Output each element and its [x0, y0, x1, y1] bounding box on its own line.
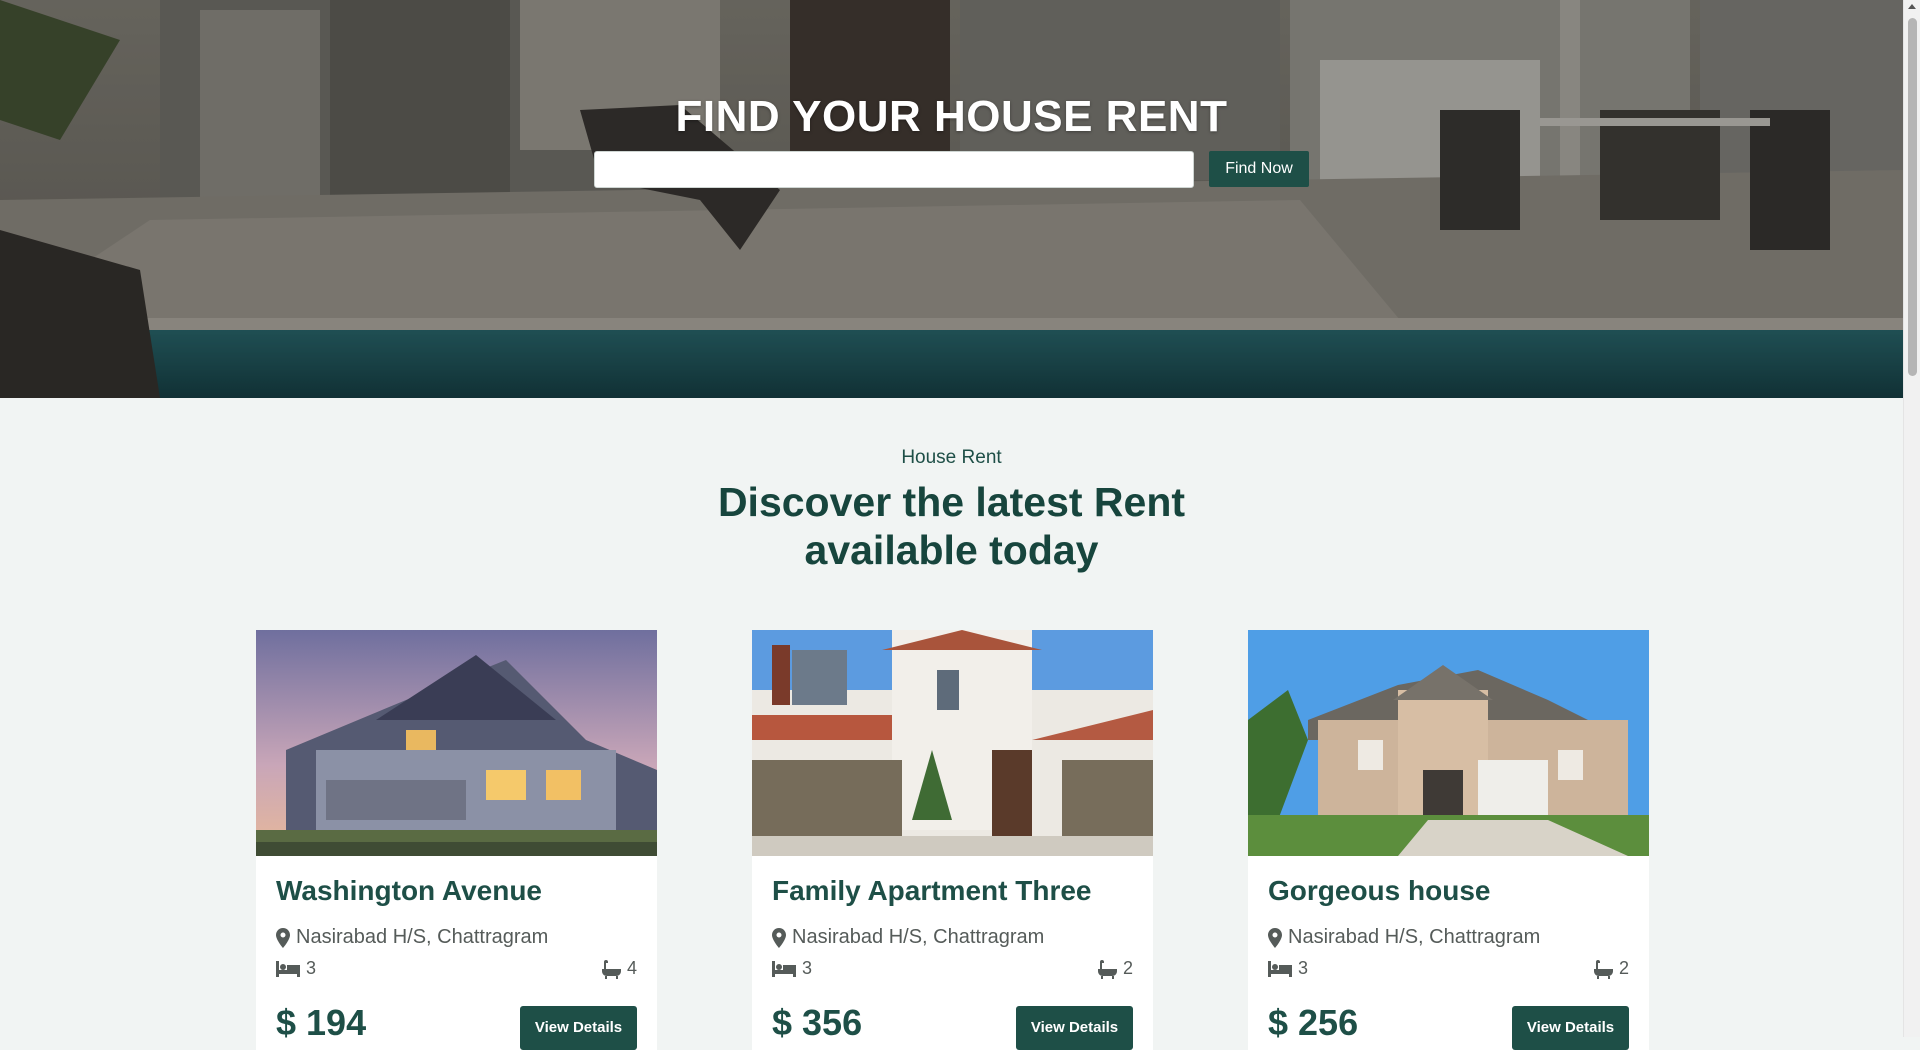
bed-icon [276, 960, 300, 977]
listing-photo[interactable] [256, 630, 657, 856]
baths-value: 2 [1618, 958, 1629, 978]
bathtub-icon [1593, 959, 1613, 979]
map-pin-icon [772, 927, 786, 948]
beds-value: 3 [306, 958, 317, 978]
beds-count: 3 [772, 958, 812, 979]
search-input[interactable] [594, 151, 1194, 188]
bed-icon [1268, 960, 1292, 977]
listing-card: Family Apartment Three Nasirabad H/S, Ch… [752, 630, 1153, 1050]
listing-title[interactable]: Gorgeous house [1268, 875, 1490, 907]
listing-card: Washington Avenue Nasirabad H/S, Chattra… [256, 630, 657, 1050]
view-details-button[interactable]: View Details [520, 1006, 637, 1050]
location-text: Nasirabad H/S, Chattragram [1288, 926, 1541, 948]
view-details-button[interactable]: View Details [1512, 1006, 1629, 1050]
listing-photo[interactable] [1248, 630, 1649, 856]
bathtub-icon [1097, 959, 1117, 979]
location-text: Nasirabad H/S, Chattragram [296, 926, 549, 948]
beds-value: 3 [802, 958, 813, 978]
location-text: Nasirabad H/S, Chattragram [792, 926, 1045, 948]
section-title-line-1: Discover the latest Rent [717, 479, 1186, 525]
find-now-button[interactable]: Find Now [1209, 151, 1309, 187]
listing-card: Gorgeous house Nasirabad H/S, Chattragra… [1248, 630, 1649, 1050]
view-details-button[interactable]: View Details [1016, 1006, 1133, 1050]
section-title-line-2: available today [804, 527, 1099, 573]
baths-count: 2 [1593, 958, 1629, 979]
baths-count: 2 [1097, 958, 1133, 979]
listing-location: Nasirabad H/S, Chattragram [1268, 926, 1540, 949]
map-pin-icon [276, 927, 290, 948]
hero-banner: FIND YOUR HOUSE RENT Find Now [0, 0, 1903, 398]
vertical-scrollbar[interactable] [1903, 0, 1920, 1037]
bathtub-icon [601, 959, 621, 979]
baths-value: 4 [626, 958, 637, 978]
listing-price: $ 256 [1268, 1002, 1359, 1043]
bed-icon [772, 960, 796, 977]
scroll-up-arrow-icon[interactable] [1908, 4, 1916, 9]
listing-price: $ 356 [772, 1002, 863, 1043]
section-title: Discover the latest Rent available today [0, 478, 1903, 574]
hero-title: FIND YOUR HOUSE RENT [675, 92, 1228, 141]
listing-title[interactable]: Family Apartment Three [772, 875, 1091, 907]
map-pin-icon [1268, 927, 1282, 948]
listing-price: $ 194 [276, 1002, 367, 1043]
listing-photo[interactable] [752, 630, 1153, 856]
beds-value: 3 [1298, 958, 1309, 978]
listing-title[interactable]: Washington Avenue [276, 875, 542, 907]
listing-location: Nasirabad H/S, Chattragram [772, 926, 1044, 949]
beds-count: 3 [276, 958, 316, 979]
scrollbar-thumb[interactable] [1908, 18, 1917, 376]
baths-value: 2 [1122, 958, 1133, 978]
beds-count: 3 [1268, 958, 1308, 979]
section-kicker: House Rent [901, 447, 1002, 468]
hero-background-photo [0, 0, 1903, 398]
baths-count: 4 [601, 958, 637, 979]
listing-location: Nasirabad H/S, Chattragram [276, 926, 548, 949]
